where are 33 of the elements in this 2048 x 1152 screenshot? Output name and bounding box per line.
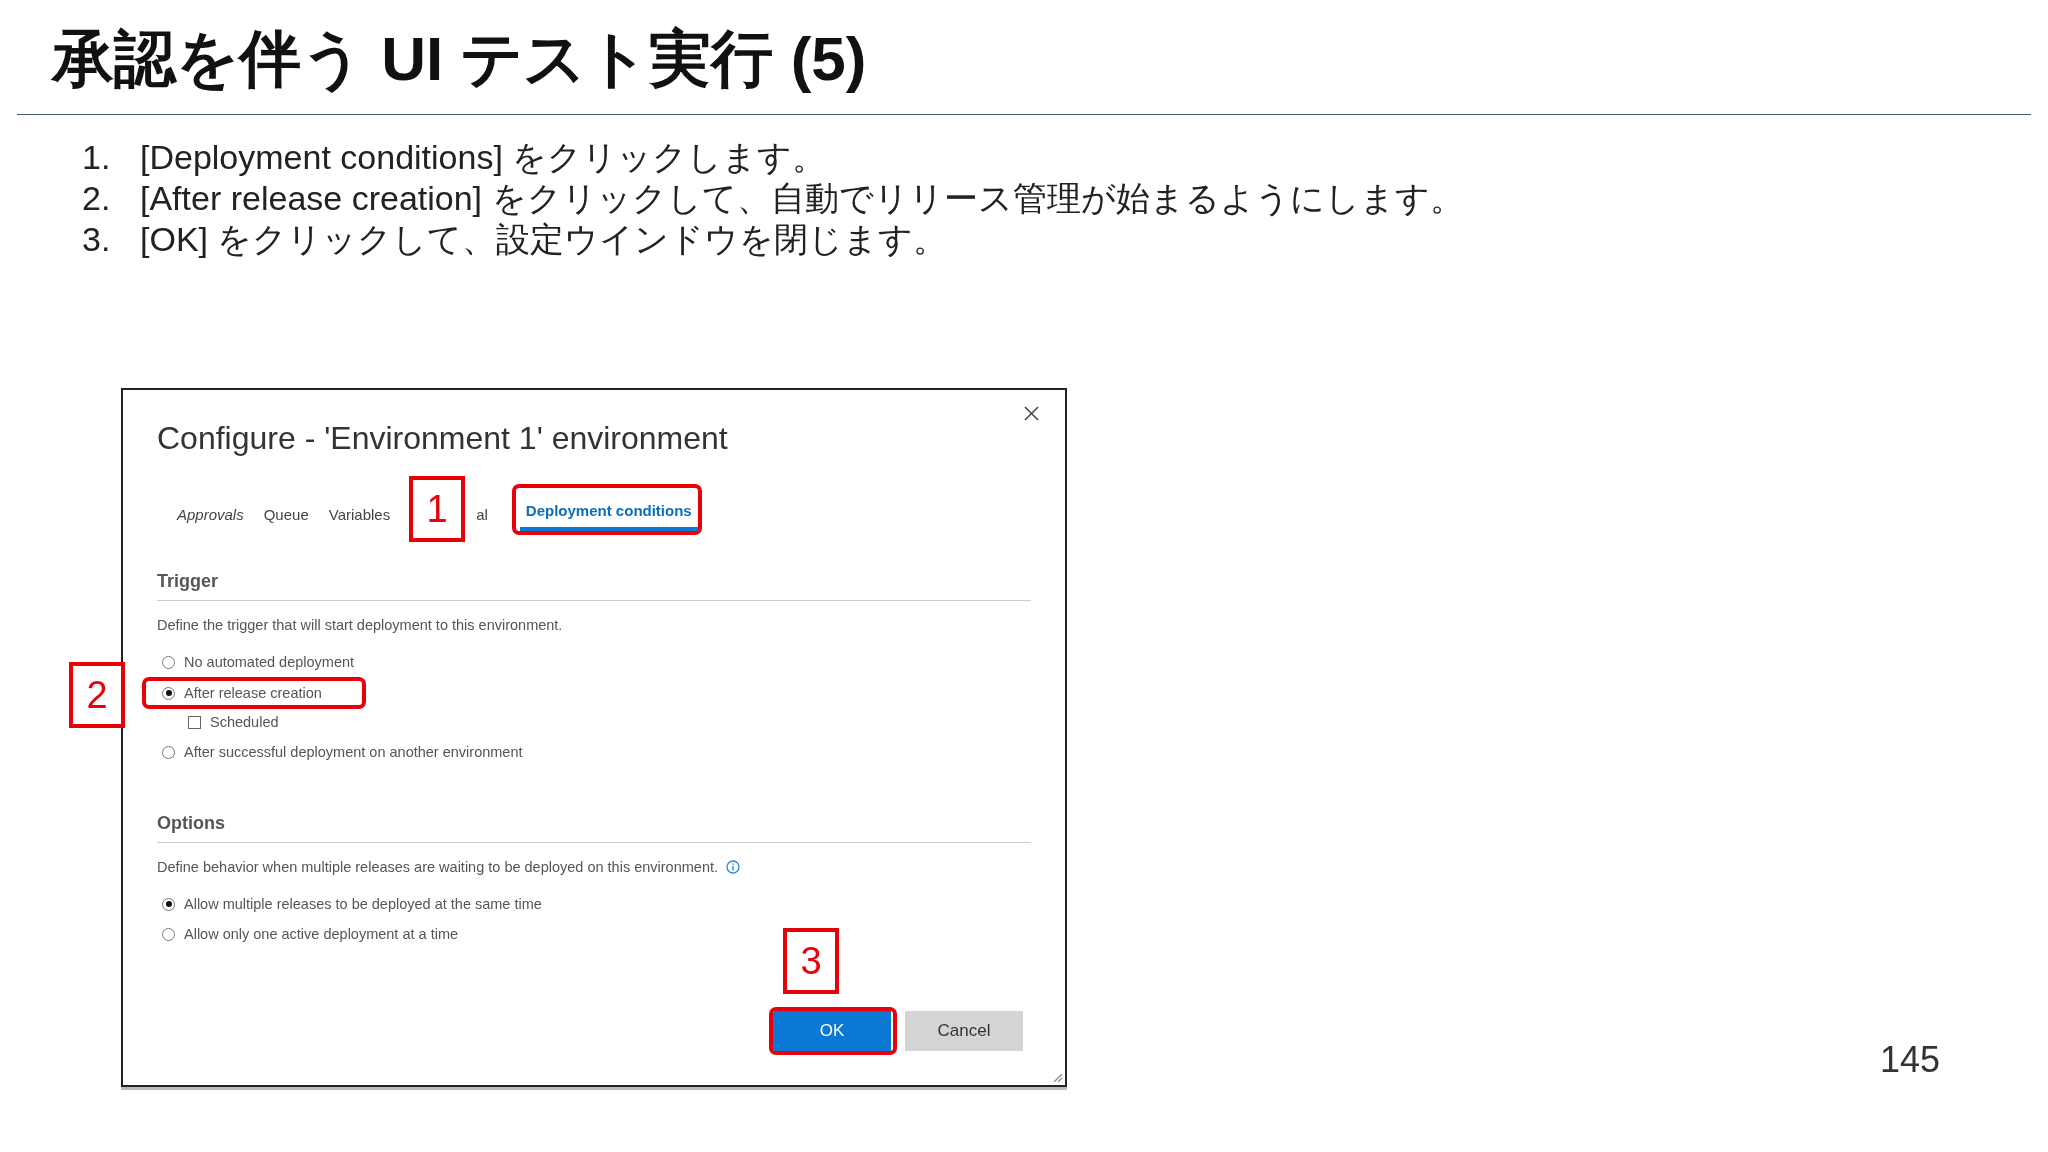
step-callout: 2 [69,662,125,728]
resize-grip-icon[interactable] [1051,1071,1063,1083]
section-heading: Options [157,813,225,834]
close-icon[interactable] [1024,406,1039,421]
tab[interactable]: al [470,502,494,535]
section-description: Define behavior when multiple releases are waiting to be deployed on this environment. [157,859,718,875]
option-label: No automated deployment [184,654,355,670]
section-heading: Trigger [157,571,218,592]
ok-button[interactable]: OK [773,1011,891,1051]
option-label: Allow only one active deployment at a time [184,926,459,942]
option-label: After release creation [184,685,322,701]
info-icon[interactable] [726,860,740,874]
step-callout: 3 [783,928,839,994]
checkbox[interactable] [188,715,201,729]
option-label: After successful deployment on another environment [184,744,523,760]
step-callout: 1 [409,476,465,542]
step-text: [Deployment conditions] をクリックします。 [140,137,827,178]
step-text: [OK] をクリックして、設定ウインドウを閉じます。 [140,219,948,260]
tab[interactable]: Variables [322,502,397,535]
section-description: Define the trigger that will start deployment to this environment. [157,617,563,633]
tab[interactable]: Deployment conditions [519,498,698,531]
option-label: Scheduled [210,714,279,730]
cancel-button[interactable]: Cancel [905,1011,1023,1051]
step-number: 2. [82,178,112,219]
step-number: 3. [82,219,112,260]
step-number: 1. [82,137,112,178]
option-label: Allow multiple releases to be deployed at the same time [184,896,542,912]
tab[interactable]: Queue [257,502,315,535]
slide-title: 承認を伴う UI テスト実行 (5) [50,23,867,95]
step-text: [After release creation] をクリックして、自動でリリース管理が始まるようにします。 [140,178,1464,219]
page-number: 145 [1879,1039,1940,1081]
tab[interactable]: Approvals [171,502,250,535]
dialog-title: Configure - 'Environment 1' environment [157,419,728,458]
